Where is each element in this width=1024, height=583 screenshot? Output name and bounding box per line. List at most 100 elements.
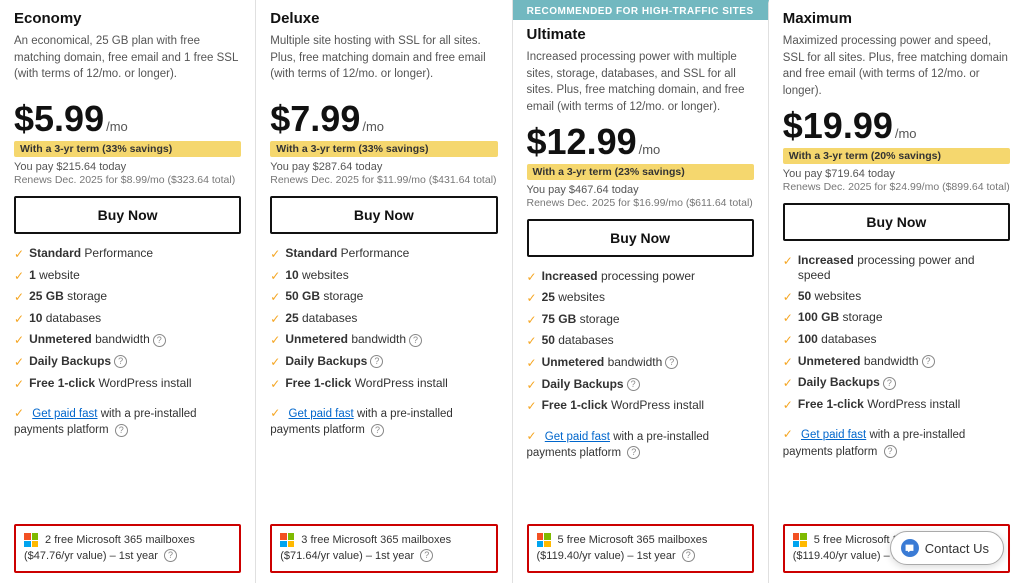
- feature-text: Free 1-click WordPress install: [285, 376, 448, 392]
- renews-economy: Renews Dec. 2025 for $8.99/mo ($323.64 t…: [14, 174, 241, 186]
- check-icon: ✓: [783, 398, 793, 414]
- help-icon[interactable]: ?: [627, 446, 640, 459]
- buy-button-ultimate[interactable]: Buy Now: [527, 219, 754, 257]
- microsoft-box-deluxe: 3 free Microsoft 365 mailboxes ($71.64/y…: [270, 524, 497, 573]
- plan-desc-maximum: Maximized processing power and speed, SS…: [783, 33, 1010, 100]
- feature-item: ✓ Unmetered bandwidth?: [527, 355, 754, 372]
- price-maximum: $19.99: [783, 108, 893, 144]
- check-icon: ✓: [783, 311, 793, 327]
- feature-item: ✓ Free 1-click WordPress install: [783, 397, 1010, 414]
- check-icon: ✓: [14, 355, 24, 371]
- feature-item: ✓ Increased processing power: [527, 269, 754, 286]
- check-icon: ✓: [270, 312, 280, 328]
- check-icon: ✓: [14, 312, 24, 328]
- recommended-badge: RECOMMENDED FOR HIGH-TRAFFIC SITES: [513, 3, 768, 20]
- feature-text: Free 1-click WordPress install: [29, 376, 192, 392]
- help-icon[interactable]: ?: [922, 355, 935, 368]
- help-icon[interactable]: ?: [883, 377, 896, 390]
- feature-item: ✓ Free 1-click WordPress install: [527, 398, 754, 415]
- buy-button-maximum[interactable]: Buy Now: [783, 203, 1010, 241]
- feature-text: 50 websites: [798, 289, 861, 305]
- price-mo-ultimate: /mo: [639, 142, 661, 157]
- check-icon: ✓: [527, 270, 537, 286]
- help-icon[interactable]: ?: [114, 355, 127, 368]
- feature-item: ✓ 75 GB storage: [527, 312, 754, 329]
- savings-badge-maximum: With a 3-yr term (20% savings): [783, 148, 1010, 164]
- check-icon: ✓: [527, 291, 537, 307]
- help-icon[interactable]: ?: [884, 445, 897, 458]
- feature-text: Free 1-click WordPress install: [542, 398, 705, 414]
- paid-fast-link-maximum[interactable]: Get paid fast: [801, 429, 866, 441]
- check-icon: ✓: [270, 333, 280, 349]
- help-icon[interactable]: ?: [153, 334, 166, 347]
- help-icon[interactable]: ?: [371, 424, 384, 437]
- feature-item: ✓ 50 websites: [783, 289, 1010, 306]
- help-icon[interactable]: ?: [409, 334, 422, 347]
- feature-text: Increased processing power and speed: [798, 253, 1010, 284]
- feature-item: ✓ Daily Backups?: [270, 354, 497, 371]
- feature-list-deluxe: ✓ Standard Performance ✓ 10 websites ✓ 5…: [270, 246, 497, 397]
- feature-text: Unmetered bandwidth?: [542, 355, 679, 371]
- check-icon: ✓: [783, 254, 793, 270]
- plan-name-ultimate: Ultimate: [527, 26, 754, 43]
- feature-item: ✓ Daily Backups?: [783, 375, 1010, 392]
- price-row-ultimate: $12.99 /mo: [527, 124, 754, 160]
- chat-icon: [901, 539, 919, 557]
- feature-item: ✓ 25 GB storage: [14, 289, 241, 306]
- renews-maximum: Renews Dec. 2025 for $24.99/mo ($899.64 …: [783, 181, 1010, 193]
- check-icon: ✓: [14, 290, 24, 306]
- price-ultimate: $12.99: [527, 124, 637, 160]
- paid-fast-economy: ✓ Get paid fast with a pre-installed pay…: [14, 405, 241, 438]
- help-icon[interactable]: ?: [420, 549, 433, 562]
- check-icon: ✓: [270, 247, 280, 263]
- feature-item: ✓ 25 websites: [527, 290, 754, 307]
- price-deluxe: $7.99: [270, 101, 360, 137]
- feature-text: 25 websites: [542, 290, 605, 306]
- feature-text: Standard Performance: [285, 246, 409, 262]
- check-icon: ✓: [527, 378, 537, 394]
- feature-item: ✓ 10 websites: [270, 268, 497, 285]
- contact-us-button[interactable]: Contact Us: [890, 531, 1004, 565]
- feature-list-maximum: ✓ Increased processing power and speed ✓…: [783, 253, 1010, 419]
- paid-fast-link-deluxe[interactable]: Get paid fast: [289, 408, 354, 420]
- feature-text: Unmetered bandwidth?: [29, 332, 166, 348]
- plan-col-economy: EconomyAn economical, 25 GB plan with fr…: [0, 0, 256, 583]
- check-icon: ✓: [527, 399, 537, 415]
- price-mo-deluxe: /mo: [362, 119, 384, 134]
- ms365-icon: [793, 533, 807, 547]
- price-mo-economy: /mo: [106, 119, 128, 134]
- price-row-economy: $5.99 /mo: [14, 101, 241, 137]
- pay-today-ultimate: You pay $467.64 today: [527, 184, 754, 196]
- savings-badge-deluxe: With a 3-yr term (33% savings): [270, 141, 497, 157]
- feature-text: Free 1-click WordPress install: [798, 397, 961, 413]
- renews-deluxe: Renews Dec. 2025 for $11.99/mo ($431.64 …: [270, 174, 497, 186]
- check-icon: ✓: [527, 334, 537, 350]
- price-row-deluxe: $7.99 /mo: [270, 101, 497, 137]
- buy-button-deluxe[interactable]: Buy Now: [270, 196, 497, 234]
- ms365-icon: [280, 533, 294, 547]
- buy-button-economy[interactable]: Buy Now: [14, 196, 241, 234]
- price-economy: $5.99: [14, 101, 104, 137]
- help-icon[interactable]: ?: [115, 424, 128, 437]
- check-icon: ✓: [270, 406, 280, 420]
- help-icon[interactable]: ?: [370, 355, 383, 368]
- feature-text: Unmetered bandwidth?: [798, 354, 935, 370]
- help-icon[interactable]: ?: [627, 378, 640, 391]
- check-icon: ✓: [783, 376, 793, 392]
- check-icon: ✓: [270, 377, 280, 393]
- contact-us-label: Contact Us: [925, 541, 989, 556]
- paid-fast-link-ultimate[interactable]: Get paid fast: [545, 431, 610, 443]
- paid-fast-link-economy[interactable]: Get paid fast: [32, 408, 97, 420]
- feature-text: 1 website: [29, 268, 80, 284]
- help-icon[interactable]: ?: [665, 356, 678, 369]
- feature-item: ✓ Standard Performance: [14, 246, 241, 263]
- feature-text: 100 GB storage: [798, 310, 883, 326]
- feature-list-economy: ✓ Standard Performance ✓ 1 website ✓ 25 …: [14, 246, 241, 397]
- feature-item: ✓ Free 1-click WordPress install: [270, 376, 497, 393]
- check-icon: ✓: [527, 429, 537, 443]
- feature-text: Daily Backups?: [798, 375, 896, 391]
- pay-today-maximum: You pay $719.64 today: [783, 168, 1010, 180]
- help-icon[interactable]: ?: [164, 549, 177, 562]
- feature-text: 50 databases: [542, 333, 614, 349]
- help-icon[interactable]: ?: [682, 549, 695, 562]
